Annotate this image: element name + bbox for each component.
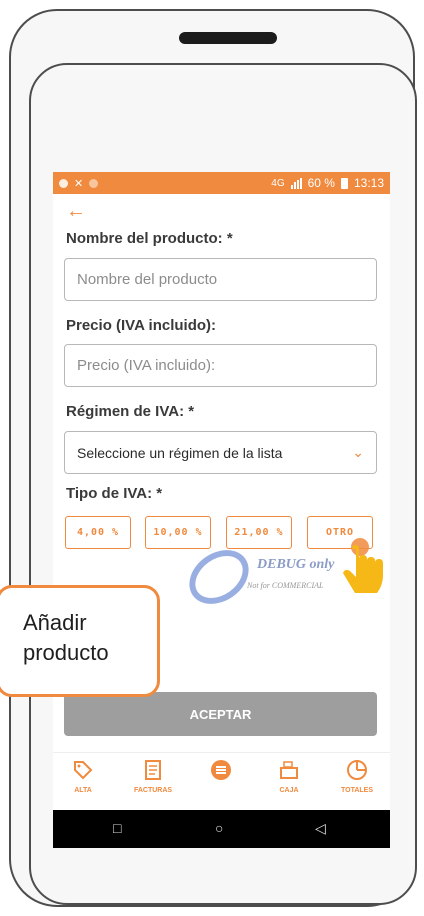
vat-type-label: Tipo de IVA: * [66,485,163,502]
invoice-icon [123,759,183,787]
nav-label-facturas: FACTURAS [133,787,173,794]
status-bar: ✕ 4G 60 % 13:13 [53,172,390,194]
clock: 13:13 [353,176,384,190]
nav-item-menu[interactable] [191,759,251,787]
nav-item-totales[interactable]: TOTALES [327,759,387,794]
notification-dot-icon-2 [89,178,99,188]
nav-item-caja[interactable]: CAJA [259,759,319,794]
vat-option-10[interactable]: 10,00 % [145,516,211,549]
back-arrow-icon[interactable]: ← [66,200,86,222]
signal-icon [290,177,302,189]
vat-regime-label: Régimen de IVA: * [66,403,195,420]
nav-item-alta[interactable]: ALTA [53,759,113,794]
nav-label-alta: ALTA [74,787,92,794]
vat-regime-select[interactable]: Seleccione un régimen de la lista ⌄ [64,431,377,474]
vat-option-4[interactable]: 4,00 % [65,516,131,549]
bottom-navigation: ALTA FACTURAS CAJA TOTALES [53,752,390,808]
network-type: 4G [271,177,285,189]
tutorial-callout: Añadir producto [0,585,160,697]
back-nav-icon[interactable]: ◁ [315,820,326,837]
nav-label-caja: CAJA [279,787,299,794]
app-screen: ✕ 4G 60 % 13:13 ← Nombre del producto: *… [53,172,390,848]
price-input[interactable]: Precio (IVA incluido): [64,344,377,387]
product-name-input[interactable]: Nombre del producto [64,258,377,301]
home-icon[interactable]: ○ [215,820,223,836]
close-notification-icon: ✕ [74,177,84,190]
price-label: Precio (IVA incluido): [66,317,217,334]
callout-line-2: producto [23,640,109,665]
nav-item-facturas[interactable]: FACTURAS [123,759,183,794]
recents-icon[interactable]: □ [113,820,121,836]
accept-button[interactable]: ACEPTAR [64,692,377,736]
menu-icon [191,759,251,787]
pie-chart-icon [327,759,387,787]
notification-dot-icon [59,178,68,188]
battery-percent: 60 % [307,176,335,190]
callout-line-1: Añadir [23,610,87,635]
product-name-label: Nombre del producto: * [66,230,233,247]
chevron-down-icon: ⌄ [352,444,364,460]
phone-speaker [179,32,277,44]
vat-option-21[interactable]: 21,00 % [226,516,292,549]
tap-hand-icon [338,535,388,605]
battery-icon [340,177,348,189]
system-navigation-bar: □ ○ ◁ [53,810,390,848]
nav-label-totales: TOTALES [340,787,374,794]
tag-icon [53,759,113,787]
cash-register-icon [259,759,319,787]
vat-regime-selected: Seleccione un régimen de la lista [77,444,283,461]
